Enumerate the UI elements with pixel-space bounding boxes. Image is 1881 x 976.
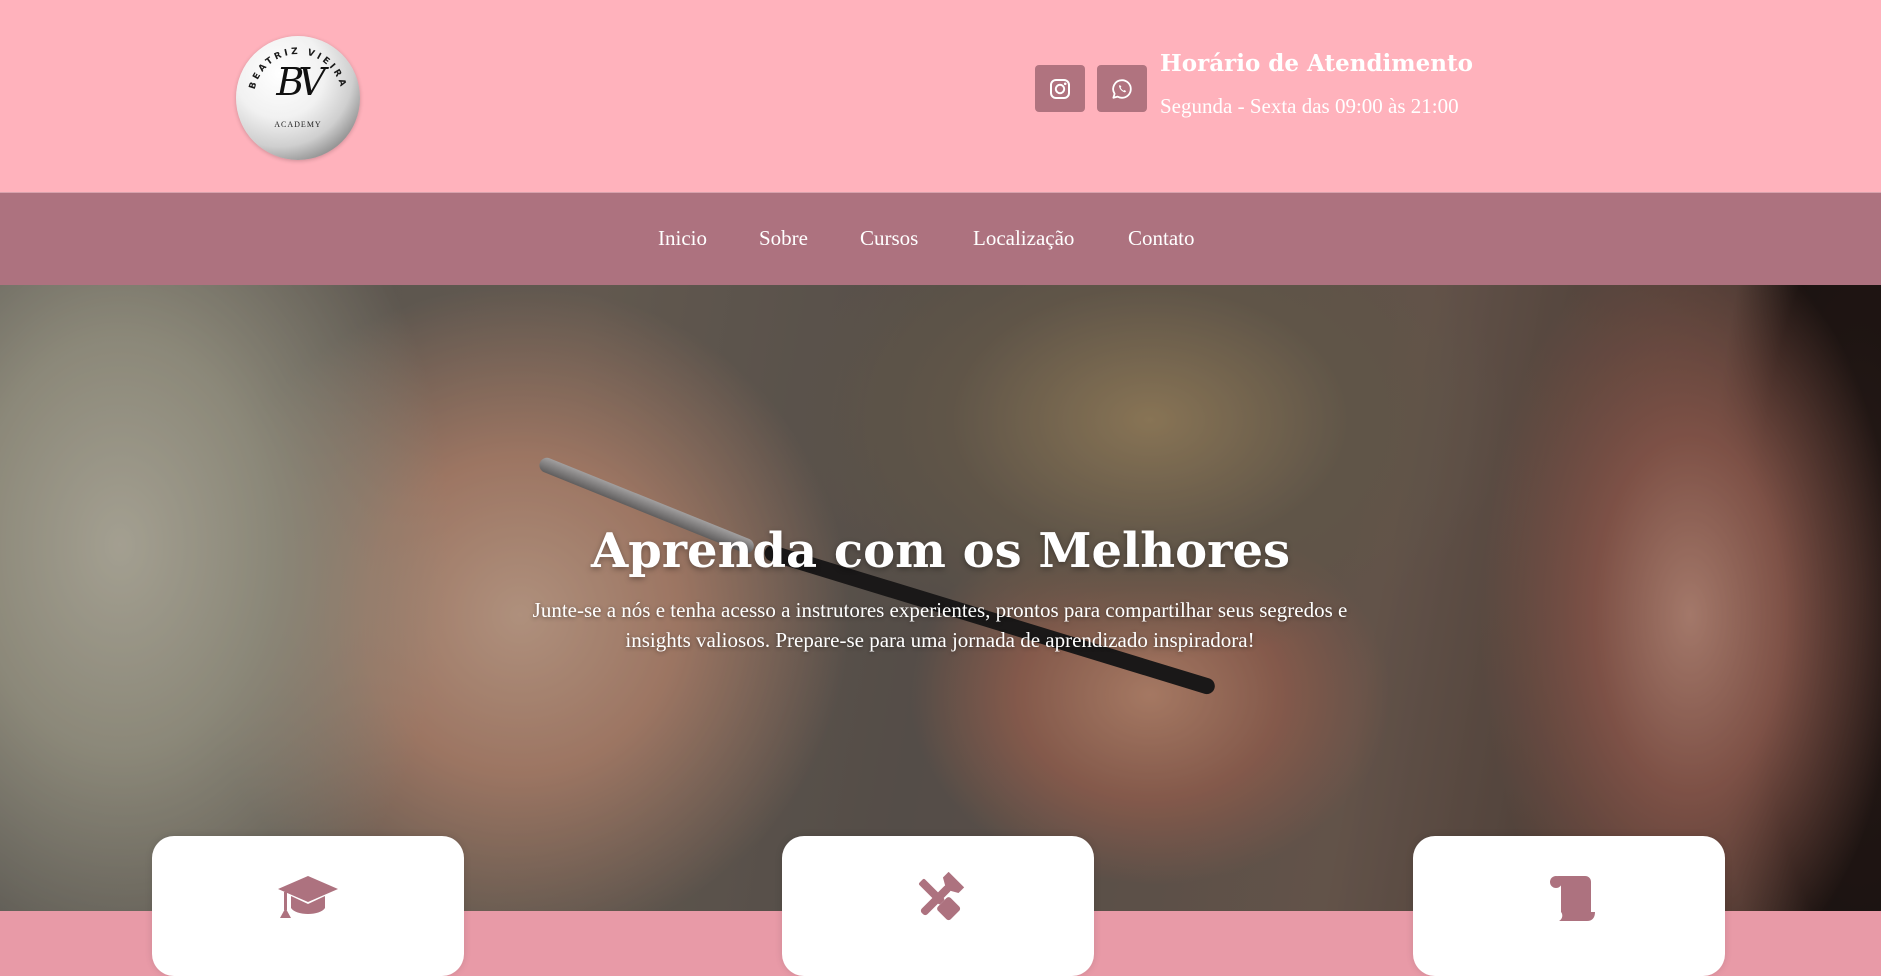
hero-subtitle: Junte-se a nós e tenha acesso a instruto… xyxy=(532,598,1348,652)
tools-icon xyxy=(919,872,965,921)
top-header: BEATRIZ VIEIRA BV ACADEMY Horário de Ate… xyxy=(0,0,1881,192)
scroll-icon xyxy=(1550,876,1595,921)
hours-text: Segunda - Sexta das 09:00 às 21:00 xyxy=(1160,94,1459,118)
whatsapp-icon xyxy=(1112,78,1132,99)
nav-item-inicio[interactable]: Inicio xyxy=(658,226,707,251)
brand-logo[interactable]: BEATRIZ VIEIRA BV ACADEMY xyxy=(236,36,360,160)
nav-item-sobre[interactable]: Sobre xyxy=(759,226,808,251)
feature-card-courses[interactable] xyxy=(152,836,464,976)
nav-item-contato[interactable]: Contato xyxy=(1128,226,1195,251)
logo-subtitle: ACADEMY xyxy=(274,120,322,129)
logo-monogram: BV xyxy=(276,60,325,104)
hours-title: Horário de Atendimento xyxy=(1160,50,1473,77)
hero-title: Aprenda com os Melhores xyxy=(590,523,1291,579)
feature-card-tools[interactable] xyxy=(782,836,1094,976)
instagram-icon xyxy=(1050,78,1070,99)
nav-item-localizacao[interactable]: Localização xyxy=(973,226,1074,251)
nav-item-cursos[interactable]: Cursos xyxy=(860,226,918,251)
whatsapp-button[interactable] xyxy=(1097,65,1147,112)
hero-banner: Aprenda com os Melhores Junte-se a nós e… xyxy=(0,285,1881,911)
main-navigation: Inicio Sobre Cursos Localização Contato xyxy=(0,192,1881,286)
feature-card-certificate[interactable] xyxy=(1413,836,1725,976)
graduation-cap-icon xyxy=(278,876,338,918)
instagram-button[interactable] xyxy=(1035,65,1085,112)
